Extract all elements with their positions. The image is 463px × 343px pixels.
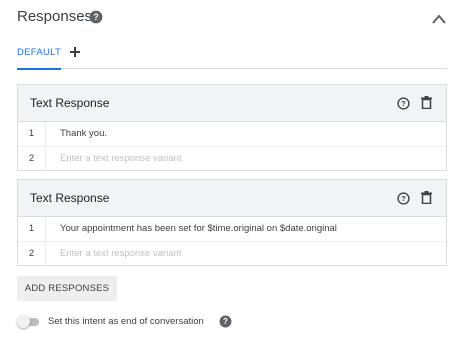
svg-text:?: ? (93, 12, 98, 22)
row-number: 2 (18, 147, 46, 171)
help-icon[interactable]: ? (397, 192, 410, 210)
end-conversation-label: Set this intent as end of conversation (48, 316, 204, 327)
response-row[interactable]: 1 Your appointment has been set for $tim… (18, 217, 446, 241)
help-icon[interactable]: ? (219, 315, 232, 333)
card-header: Text Response ? (18, 180, 446, 217)
responses-header: Responses ? (17, 7, 449, 29)
delete-icon[interactable] (421, 96, 432, 114)
response-input-placeholder[interactable]: Enter a text response variant (60, 147, 181, 171)
response-text[interactable]: Your appointment has been set for $time.… (60, 217, 337, 241)
chevron-up-icon[interactable] (431, 12, 447, 30)
response-row[interactable]: 2 Enter a text response variant (18, 146, 446, 171)
toggle-knob (17, 315, 30, 328)
row-number: 2 (18, 242, 46, 266)
row-number: 1 (18, 217, 46, 241)
card-title: Text Response (30, 191, 110, 205)
response-text[interactable]: Thank you. (60, 122, 107, 146)
card-title: Text Response (30, 96, 110, 110)
card-header: Text Response ? (18, 85, 446, 122)
end-conversation-setting: Set this intent as end of conversation ? (17, 314, 257, 330)
help-icon[interactable]: ? (89, 10, 103, 29)
text-response-card: Text Response ? 1 Thank you. 2 Enter a t… (17, 84, 447, 171)
tab-default[interactable]: DEFAULT (17, 47, 62, 70)
response-rows: 1 Your appointment has been set for $tim… (18, 217, 446, 266)
text-response-card: Text Response ? 1 Your appointment has b… (17, 179, 447, 266)
plus-icon[interactable] (69, 45, 81, 63)
response-rows: 1 Thank you. 2 Enter a text response var… (18, 122, 446, 171)
response-tabs: DEFAULT (17, 45, 447, 70)
response-row[interactable]: 2 Enter a text response variant (18, 241, 446, 266)
svg-text:?: ? (401, 194, 406, 203)
svg-text:?: ? (401, 99, 406, 108)
row-number: 1 (18, 122, 46, 146)
response-input-placeholder[interactable]: Enter a text response variant (60, 242, 181, 266)
section-title: Responses (17, 8, 93, 25)
add-responses-button[interactable]: ADD RESPONSES (17, 276, 117, 301)
end-conversation-toggle[interactable] (17, 315, 39, 328)
svg-text:?: ? (223, 317, 228, 326)
response-row[interactable]: 1 Thank you. (18, 122, 446, 146)
help-icon[interactable]: ? (397, 97, 410, 115)
delete-icon[interactable] (421, 191, 432, 209)
